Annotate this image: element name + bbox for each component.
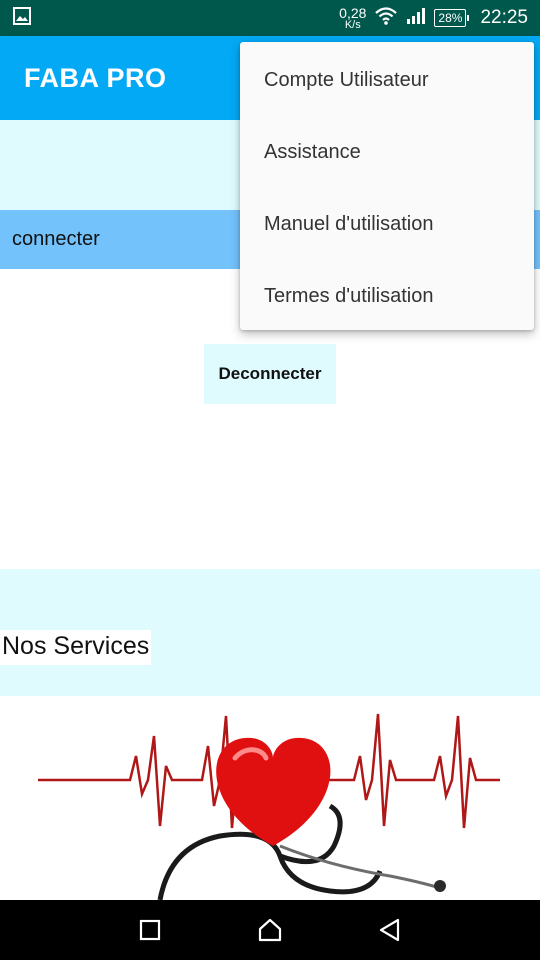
navigation-bar [0, 900, 540, 960]
net-speed-value: 0,28 [339, 4, 367, 21]
image-notification-icon [12, 6, 32, 31]
services-title: Nos Services [0, 630, 152, 665]
menu-item-user-account[interactable]: Compte Utilisateur [240, 44, 534, 116]
home-icon[interactable] [250, 910, 290, 950]
overflow-menu: Compte Utilisateur Assistance Manuel d'u… [240, 42, 534, 330]
net-speed-unit: K/s [344, 18, 361, 31]
menu-item-user-manual[interactable]: Manuel d'utilisation [240, 188, 534, 260]
net-speed: 0,28 K/s [339, 6, 366, 31]
back-icon[interactable] [370, 910, 410, 950]
menu-item-terms-of-use[interactable]: Termes d'utilisation [240, 260, 534, 332]
recents-icon[interactable] [130, 910, 170, 950]
heart-stethoscope-image [30, 696, 502, 900]
wifi-icon [374, 6, 398, 31]
status-clock: 22:25 [480, 7, 528, 28]
disconnect-button[interactable]: Deconnecter [204, 344, 336, 404]
app-title: FABA PRO [24, 62, 167, 93]
battery-icon: 28% [434, 9, 470, 27]
status-bar: 0,28 K/s 28% 22:25 [0, 0, 540, 36]
connect-label: connecter [12, 228, 100, 250]
cell-signal-icon [406, 7, 426, 30]
menu-item-assistance[interactable]: Assistance [240, 116, 534, 188]
